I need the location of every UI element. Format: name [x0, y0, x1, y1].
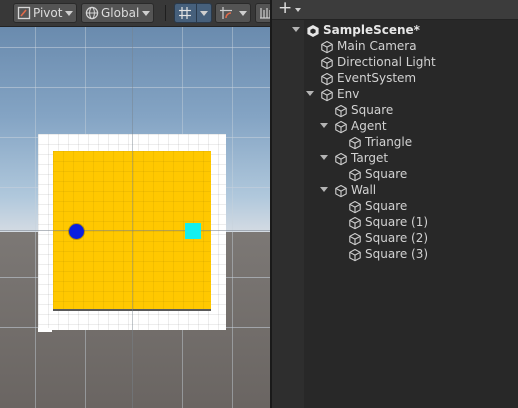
increment-snap-toggle[interactable] [215, 3, 251, 23]
scene-viewport[interactable] [0, 27, 270, 408]
hierarchy-item-label: EventSystem [337, 71, 417, 85]
grid-snap-icon [178, 6, 192, 20]
grid-snap-toggle[interactable] [174, 3, 212, 23]
hierarchy-item[interactable]: Main Camera [272, 38, 518, 54]
unity-scene-icon [306, 23, 320, 37]
expand-arrow-icon[interactable] [320, 155, 328, 160]
global-dropdown[interactable]: Global [81, 3, 154, 23]
hierarchy-item[interactable]: Directional Light [272, 54, 518, 70]
grid-line [0, 47, 270, 48]
hierarchy-item[interactable]: Square [272, 102, 518, 118]
expand-arrow-icon[interactable] [320, 123, 328, 128]
toolbar-divider [165, 5, 166, 21]
pivot-dropdown[interactable]: Pivot [13, 3, 77, 23]
expand-arrow-icon[interactable] [306, 91, 314, 96]
grid-line [0, 87, 270, 88]
scene-view[interactable]: Pivot Global [0, 0, 270, 408]
grid-line [232, 27, 233, 408]
chevron-down-icon [65, 11, 73, 16]
global-icon [85, 6, 99, 20]
gameobject-cube-icon [320, 39, 334, 54]
hierarchy-item[interactable]: Env [272, 86, 518, 102]
grid-axis-vertical [132, 27, 133, 408]
gameobject-cube-icon [334, 119, 348, 134]
gameobject-cube-icon [348, 215, 362, 230]
expand-arrow-icon[interactable] [292, 27, 300, 32]
grid-snap-dropdown-divider [196, 4, 197, 22]
hierarchy-item[interactable]: EventSystem [272, 70, 518, 86]
ruler-toggle[interactable] [255, 3, 270, 23]
hierarchy-item-label: Wall [351, 183, 377, 197]
gameobject-cube-icon [320, 87, 334, 102]
hierarchy-item-label: Directional Light [337, 55, 436, 69]
hierarchy-item-label: SampleScene* [323, 23, 420, 37]
gameobject-cube-icon [348, 167, 362, 182]
gameobject-cube-icon [348, 135, 362, 150]
gameobject-cube-icon [320, 55, 334, 70]
hierarchy-item-label: Square [365, 199, 408, 213]
expand-arrow-icon[interactable] [320, 187, 328, 192]
gameobject-cube-icon [348, 199, 362, 214]
hierarchy-item[interactable]: Square (2) [272, 230, 518, 246]
plus-icon: + [278, 0, 293, 18]
gameobject-cube-icon [348, 231, 362, 246]
target-object[interactable] [185, 223, 201, 239]
hierarchy-item-label: Square (1) [365, 215, 429, 229]
hierarchy-item[interactable]: Square (1) [272, 214, 518, 230]
ruler-icon [259, 6, 270, 20]
gameobject-cube-icon [348, 247, 362, 262]
gameobject-cube-icon [334, 183, 348, 198]
hierarchy-item-label: Target [351, 151, 389, 165]
increment-snap-icon [219, 6, 233, 20]
grid-axis-horizontal [0, 230, 270, 231]
hierarchy-item-label: Square [365, 167, 408, 181]
hierarchy-item[interactable]: Target [272, 150, 518, 166]
hierarchy-item[interactable]: Triangle [272, 134, 518, 150]
hierarchy-toolbar: + [272, 0, 518, 20]
hierarchy-item-label: Env [337, 87, 360, 101]
chevron-down-icon [142, 11, 150, 16]
chevron-down-icon [200, 11, 208, 16]
chevron-down-icon [239, 11, 247, 16]
grid-line [35, 27, 36, 408]
hierarchy-item-label: Main Camera [337, 39, 417, 53]
add-object-button[interactable]: + [278, 0, 306, 18]
hierarchy-item-label: Square (3) [365, 247, 429, 261]
hierarchy-item-label: Triangle [365, 135, 413, 149]
hierarchy-panel: + SampleScene* Main Camera Directional Lig… [272, 0, 518, 408]
pivot-label: Pivot [33, 6, 63, 20]
pivot-icon [17, 6, 31, 20]
agent-object[interactable] [69, 224, 84, 239]
hierarchy-item-label: Square (2) [365, 231, 429, 245]
gameobject-cube-icon [334, 103, 348, 118]
scene-toolbar: Pivot Global [0, 0, 270, 27]
hierarchy-item-label: Square [351, 103, 394, 117]
hierarchy-item[interactable]: Square (3) [272, 246, 518, 262]
gameobject-cube-icon [334, 151, 348, 166]
hierarchy-item-label: Agent [351, 119, 387, 133]
hierarchy-item[interactable]: Square [272, 198, 518, 214]
chevron-down-icon [295, 8, 301, 12]
hierarchy-item[interactable]: Agent [272, 118, 518, 134]
hierarchy-item[interactable]: Square [272, 166, 518, 182]
hierarchy-item[interactable]: Wall [272, 182, 518, 198]
wall-object-corner [38, 328, 52, 332]
gameobject-cube-icon [320, 71, 334, 86]
global-label: Global [101, 6, 140, 20]
hierarchy-scene-row[interactable]: SampleScene* [272, 22, 518, 38]
hierarchy-list: SampleScene* Main Camera Directional Light… [272, 20, 518, 408]
